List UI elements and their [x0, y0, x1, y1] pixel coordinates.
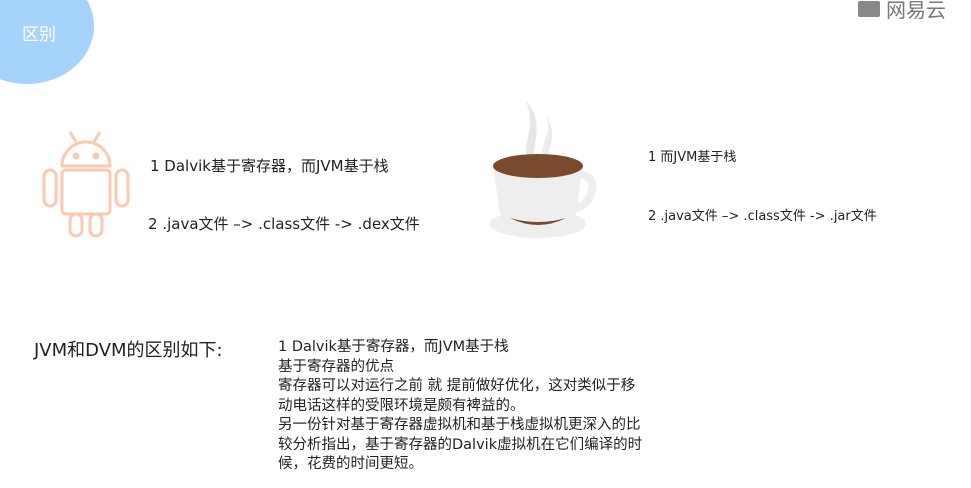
section-title: 区别	[22, 25, 56, 45]
summary-line: 寄存器可以对运行之前 就 提前做好优化，这对类似于移	[278, 378, 636, 394]
logo-icon	[858, 0, 880, 17]
logo: 网易云	[858, 0, 946, 23]
coffee-cup-icon	[490, 101, 597, 238]
logo-text: 网易云	[886, 0, 946, 22]
summary-heading: JVM和DVM的区别如下:	[34, 340, 223, 361]
summary-line: 1 Dalvik基于寄存器，而JVM基于栈	[278, 339, 509, 355]
summary-line: 候，花费的时间更短。	[278, 456, 423, 472]
summary-line: 另一份针对基于寄存器虚拟机和基于栈虚拟机更深入的比	[278, 417, 641, 433]
summary-body: 1 Dalvik基于寄存器，而JVM基于栈 基于寄存器的优点 寄存器可以对运行之…	[278, 338, 642, 475]
summary-line: 动电话这样的受限环境是颇有裨益的。	[278, 397, 525, 414]
dalvik-point-1: 1 Dalvik基于寄存器，而JVM基于栈	[150, 157, 389, 175]
jvm-point-2: 2 .java文件 –> .class文件 -> .jar文件	[648, 209, 877, 224]
dalvik-point-2: 2 .java文件 –> .class文件 -> .dex文件	[148, 215, 420, 233]
summary-line: 基于寄存器的优点	[278, 358, 394, 375]
android-icon	[42, 131, 130, 238]
summary-line: 较分析指出，基于寄存器的Dalvik虚拟机在它们编译的时	[278, 436, 643, 453]
jvm-point-1: 1 而JVM基于栈	[648, 150, 737, 165]
